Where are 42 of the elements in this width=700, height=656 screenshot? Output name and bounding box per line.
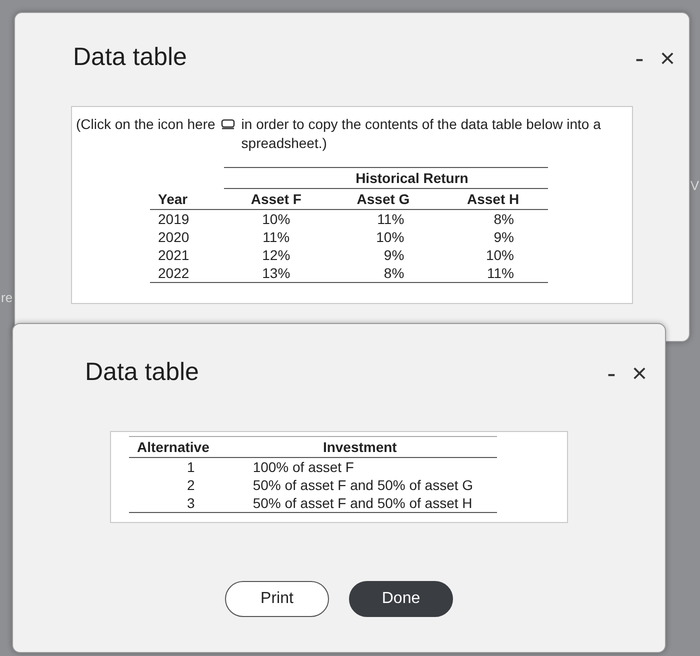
table-cell: 13% bbox=[224, 264, 328, 282]
copy-icon[interactable] bbox=[221, 119, 236, 130]
close-button[interactable]: × bbox=[660, 44, 675, 70]
table-cell-text: 2020 bbox=[157, 228, 190, 246]
background-text: re bbox=[1, 290, 13, 305]
table-cell-text: 9% bbox=[492, 228, 515, 246]
table-cell-text: 2021 bbox=[157, 246, 190, 264]
table-cell: 8% bbox=[438, 210, 548, 228]
table-cell-text: 12% bbox=[261, 246, 292, 264]
table-cell: 10% bbox=[224, 210, 328, 228]
table-cell-text: 2 bbox=[186, 476, 196, 494]
instruction-text: (Click on the icon here bbox=[76, 115, 216, 134]
column-header: Alternative bbox=[129, 436, 223, 458]
table-cell: 1 bbox=[129, 458, 223, 476]
window-title: Data table bbox=[73, 43, 187, 72]
background-text: V bbox=[690, 178, 699, 193]
close-button[interactable]: × bbox=[632, 360, 647, 386]
column-header: Asset H bbox=[438, 188, 548, 210]
table-cell-text: 9% bbox=[382, 246, 406, 264]
table-cell-text: 11% bbox=[262, 228, 291, 246]
table-cell: 50% of asset F and 50% of asset H bbox=[222, 494, 497, 512]
table-cell: 11% bbox=[328, 210, 438, 228]
table-cell: 2019 bbox=[150, 210, 224, 228]
column-header: Investment bbox=[222, 436, 497, 458]
done-button[interactable]: Done bbox=[349, 581, 453, 617]
column-group-header: Historical Return bbox=[224, 168, 548, 188]
column-header: Asset G bbox=[328, 188, 438, 210]
table-cell: 100% of asset F bbox=[222, 458, 497, 476]
table-cell-text: 50% of asset F and 50% of asset G bbox=[252, 476, 474, 494]
minimize-button[interactable]: - bbox=[607, 360, 616, 386]
window-title: Data table bbox=[85, 358, 199, 387]
table-cell-text: 10% bbox=[375, 228, 406, 246]
table-cell: 3 bbox=[129, 494, 223, 512]
column-header: Asset F bbox=[224, 188, 328, 210]
table-cell: 11% bbox=[438, 264, 548, 282]
table-cell: 2022 bbox=[150, 264, 224, 282]
column-header: Year bbox=[150, 188, 224, 210]
table-cell: 8% bbox=[328, 264, 438, 282]
instruction-text: in order to copy the contents of the data table below into a spreadsheet.) bbox=[241, 115, 602, 153]
table-cell-text: 10% bbox=[484, 246, 515, 264]
minimize-button[interactable]: - bbox=[635, 44, 644, 70]
print-button[interactable]: Print bbox=[225, 581, 329, 617]
